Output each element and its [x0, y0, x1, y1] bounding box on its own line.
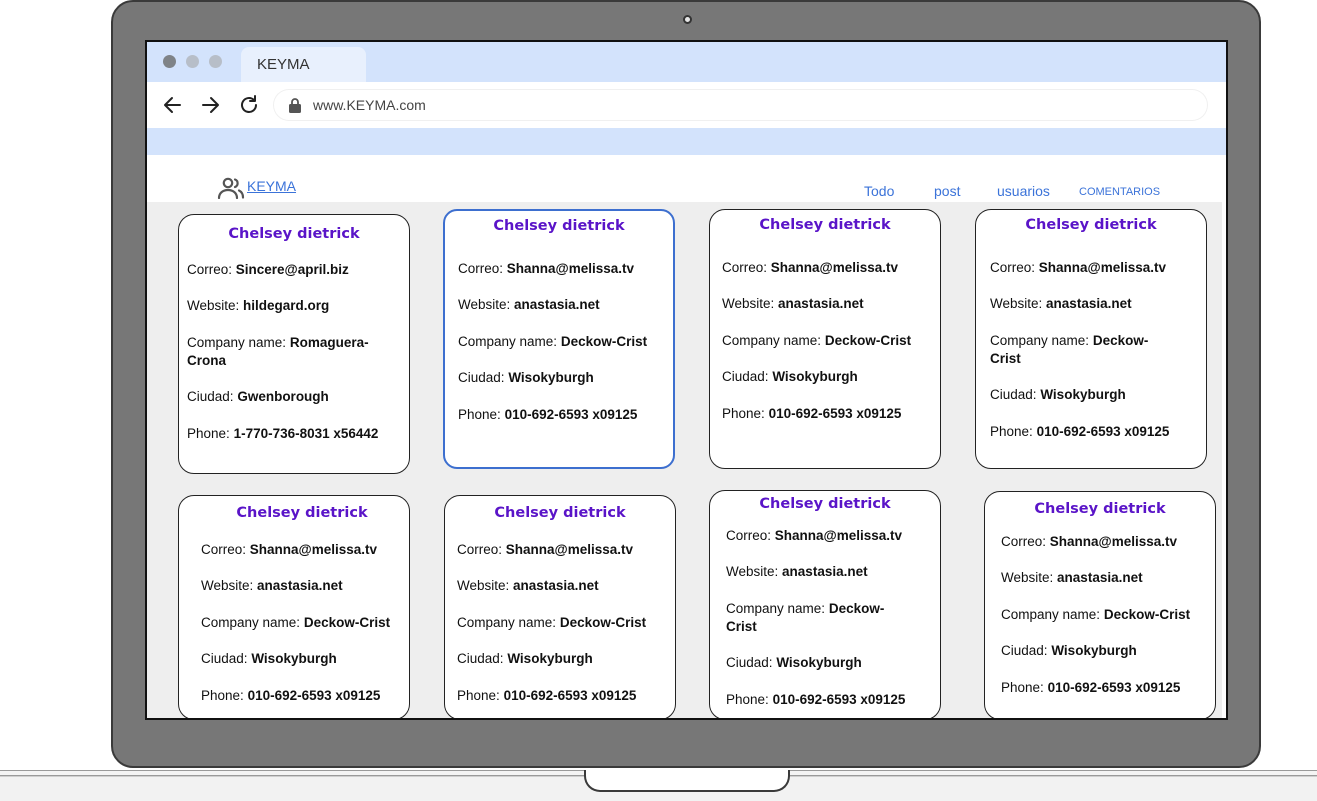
- card-city: Ciudad: Wisokyburgh: [722, 369, 858, 384]
- nav-link-comentarios[interactable]: COMENTARIOS: [1079, 186, 1160, 198]
- browser-window: KEYMA www.KEYMA.com KEYMA Todo post usua…: [145, 40, 1228, 720]
- card-phone: Phone: 010-692-6593 x09125: [722, 406, 902, 421]
- card-company: Company name: Deckow-Crist: [457, 615, 647, 630]
- card-company: Company name: Deckow-Crist: [458, 334, 648, 349]
- card-website: Website: anastasia.net: [458, 297, 600, 312]
- window-minimize-dot[interactable]: [186, 55, 199, 68]
- camera-dot: [683, 15, 692, 24]
- card-email: Correo: Shanna@melissa.tv: [458, 261, 634, 276]
- nav-link-todo[interactable]: Todo: [864, 183, 894, 199]
- card-email: Correo: Sincere@april.biz: [187, 262, 349, 277]
- card-title: Chelsey dietrick: [493, 218, 625, 234]
- card-city: Ciudad: Wisokyburgh: [458, 370, 594, 385]
- user-card[interactable]: Chelsey dietrick Correo: Shanna@melissa.…: [975, 209, 1207, 469]
- card-city: Ciudad: Wisokyburgh: [990, 387, 1126, 402]
- tab-title: KEYMA: [257, 56, 310, 73]
- nav-link-post[interactable]: post: [934, 183, 960, 199]
- window-maximize-dot[interactable]: [209, 55, 222, 68]
- card-title: Chelsey dietrick: [759, 217, 891, 233]
- app-header: KEYMA Todo post usuarios COMENTARIOS: [147, 155, 1226, 202]
- card-company: Company name: Deckow-Crist: [726, 601, 885, 634]
- card-city: Ciudad: Wisokyburgh: [201, 651, 337, 666]
- card-email: Correo: Shanna@melissa.tv: [990, 260, 1166, 275]
- card-company: Company name: Deckow-Crist: [1001, 607, 1191, 622]
- user-card[interactable]: Chelsey dietrick Correo: Shanna@melissa.…: [709, 209, 941, 469]
- users-icon: [217, 177, 245, 199]
- card-company: Company name: Romaguera-Crona: [187, 335, 369, 368]
- back-arrow-icon[interactable]: [161, 93, 185, 117]
- card-title: Chelsey dietrick: [1034, 501, 1166, 517]
- card-phone: Phone: 010-692-6593 x09125: [726, 692, 906, 707]
- card-email: Correo: Shanna@melissa.tv: [1001, 534, 1177, 549]
- card-website: Website: anastasia.net: [1001, 570, 1143, 585]
- card-email: Correo: Shanna@melissa.tv: [457, 542, 633, 557]
- card-website: Website: hildegard.org: [187, 298, 330, 313]
- card-title: Chelsey dietrick: [494, 505, 626, 521]
- card-phone: Phone: 010-692-6593 x09125: [201, 688, 381, 703]
- brand-link[interactable]: KEYMA: [247, 178, 302, 194]
- address-bar[interactable]: www.KEYMA.com: [274, 90, 1207, 120]
- user-card[interactable]: Chelsey dietrick Correo: Sincere@april.b…: [178, 214, 410, 474]
- forward-arrow-icon[interactable]: [198, 93, 222, 117]
- card-phone: Phone: 1-770-736-8031 x56442: [187, 426, 379, 441]
- url-text: www.KEYMA.com: [313, 97, 426, 113]
- card-email: Correo: Shanna@melissa.tv: [726, 528, 902, 543]
- user-card[interactable]: Chelsey dietrick Correo: Shanna@melissa.…: [709, 490, 941, 718]
- card-email: Correo: Shanna@melissa.tv: [722, 260, 898, 275]
- card-title: Chelsey dietrick: [228, 226, 360, 242]
- card-title: Chelsey dietrick: [1025, 217, 1157, 233]
- user-card[interactable]: Chelsey dietrick Correo: Shanna@melissa.…: [178, 495, 410, 718]
- user-card[interactable]: Chelsey dietrick Correo: Shanna@melissa.…: [444, 495, 676, 718]
- browser-tab[interactable]: KEYMA: [241, 47, 366, 83]
- card-website: Website: anastasia.net: [722, 296, 864, 311]
- card-company: Company name: Deckow-Crist: [201, 615, 391, 630]
- user-card[interactable]: Chelsey dietrick Correo: Shanna@melissa.…: [984, 491, 1216, 718]
- nav-link-usuarios[interactable]: usuarios: [997, 183, 1050, 199]
- browser-toolbar-band: [147, 128, 1226, 155]
- card-phone: Phone: 010-692-6593 x09125: [1001, 680, 1181, 695]
- card-website: Website: anastasia.net: [201, 578, 343, 593]
- card-company: Company name: Deckow-Crist: [990, 333, 1149, 366]
- card-city: Ciudad: Gwenborough: [187, 389, 329, 404]
- reload-icon[interactable]: [237, 93, 261, 117]
- user-cards-grid: Chelsey dietrick Correo: Sincere@april.b…: [147, 202, 1222, 718]
- card-city: Ciudad: Wisokyburgh: [1001, 643, 1137, 658]
- window-close-dot[interactable]: [163, 55, 176, 68]
- card-email: Correo: Shanna@melissa.tv: [201, 542, 377, 557]
- lock-icon: [289, 98, 301, 113]
- card-city: Ciudad: Wisokyburgh: [457, 651, 593, 666]
- card-company: Company name: Deckow-Crist: [722, 333, 912, 348]
- browser-nav-bar: www.KEYMA.com: [147, 82, 1226, 128]
- card-title: Chelsey dietrick: [759, 496, 891, 512]
- card-title: Chelsey dietrick: [236, 505, 368, 521]
- user-card[interactable]: Chelsey dietrick Correo: Shanna@melissa.…: [443, 209, 675, 469]
- card-phone: Phone: 010-692-6593 x09125: [457, 688, 637, 703]
- card-city: Ciudad: Wisokyburgh: [726, 655, 862, 670]
- card-website: Website: anastasia.net: [726, 564, 868, 579]
- card-phone: Phone: 010-692-6593 x09125: [990, 424, 1170, 439]
- laptop-hinge-notch: [584, 770, 790, 792]
- card-website: Website: anastasia.net: [990, 296, 1132, 311]
- card-phone: Phone: 010-692-6593 x09125: [458, 407, 638, 422]
- card-website: Website: anastasia.net: [457, 578, 599, 593]
